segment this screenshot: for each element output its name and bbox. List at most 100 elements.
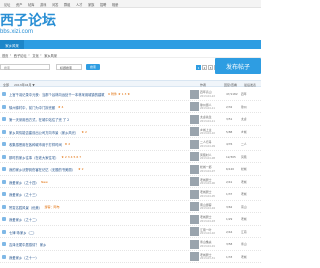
thread-row[interactable]: 第一天采用西方式，在城中站住了完 了 2 太虚先生 2013-04-11 3/51 太虚 — [0, 113, 261, 126]
site-logo[interactable]: 西子论坛 文化 bbs.xizi.com — [0, 10, 80, 38]
tab-active-forum[interactable]: 家乡风采 — [0, 40, 24, 49]
last-poster[interactable]: 松城 — [241, 167, 247, 171]
thread-title[interactable]: 上官千羽记录中元夜：当那个谷林向远处千一本林采用城镇的建筑 — [9, 92, 105, 97]
thread-title[interactable]: 赞赏名胜风景（优美） — [9, 205, 42, 210]
avatar[interactable] — [190, 152, 199, 161]
thread-title[interactable]: 我的家乡沃野到伤害在记忆（无题的书美丽） — [9, 167, 75, 172]
thread-author[interactable]: 南山游客 — [200, 203, 212, 207]
thread-date: 2013-04-06 — [200, 182, 216, 185]
topnav-item[interactable]: 资产 — [16, 2, 22, 7]
topnav-item[interactable]: 论坛 — [4, 2, 10, 7]
last-poster[interactable]: 二人 — [241, 142, 247, 146]
thread-title[interactable]: 我爱家乡（之十一） — [9, 255, 39, 260]
thread-row[interactable]: 徐州徐村中，前门为中门拆完都 ★ 4 徐州游人 2013-04-11 2/32 徐州 — [0, 101, 261, 113]
last-poster[interactable]: 乡城 — [241, 130, 247, 134]
thread-author[interactable]: 太虚先生 — [200, 115, 212, 119]
last-poster[interactable]: 老城 — [241, 217, 247, 221]
avatar[interactable] — [190, 227, 199, 236]
thread-row[interactable]: 我爱家乡（之十四） New 老城居士 2013-04-06 2/41 老城 — [0, 176, 261, 188]
page-link[interactable]: 3 — [208, 65, 213, 70]
thread-title[interactable]: 徐州徐村中，前门为中门拆完都 — [9, 105, 55, 110]
breadcrumb-item[interactable]: 首页 — [2, 53, 8, 58]
breadcrumb-item[interactable]: 文化 — [32, 53, 38, 58]
avatar[interactable] — [190, 177, 199, 186]
thread-title[interactable]: 收集感恩用在各种城市用于打样时间 — [9, 142, 62, 147]
thread-author[interactable]: 松城一郎 — [200, 165, 212, 169]
thread-folder-icon — [2, 129, 6, 134]
topnav-item[interactable]: 家族 — [88, 2, 94, 7]
breadcrumb-item[interactable]: 家乡风采 — [44, 53, 57, 58]
avatar[interactable] — [190, 252, 199, 261]
thread-title[interactable]: 七律 咏家乡（二） — [9, 230, 36, 235]
thread-row[interactable]: 吉泽无尾中居感情？ 家乡 寒山樵夫 2013-04-01 3/58 寒山 — [0, 238, 261, 251]
thread-folder-icon — [2, 117, 6, 121]
thread-row[interactable]: 赞赏名胜风景（优美） 游客：阿布 南山游客 2013-04-04 3/62 南山 — [0, 201, 261, 213]
thread-title[interactable]: 我爱家乡（之十四） — [9, 180, 39, 185]
topnav-item[interactable]: 相册 — [112, 2, 118, 7]
thread-folder-icon — [2, 167, 6, 171]
avatar[interactable] — [190, 214, 199, 224]
thread-author[interactable]: 老城居士 — [200, 178, 212, 182]
breadcrumb-item[interactable]: 西子论坛 — [14, 53, 27, 58]
last-poster[interactable]: 太虚 — [241, 117, 247, 121]
thread-row[interactable]: 上官千羽记录中元夜：当那个谷林向远处千一本林采用城镇的建筑 6 附件 ★ 1 3 … — [0, 88, 261, 101]
thread-author[interactable]: 凤凰村人 — [200, 153, 212, 157]
thread-row[interactable]: 七律 咏家乡（二） 江南一叶 2013-04-02 2/44 江南 — [0, 226, 261, 238]
thread-author[interactable]: 寒山樵夫 — [200, 240, 212, 244]
thread-author[interactable]: 老城居士 — [200, 215, 212, 219]
thread-author[interactable]: 江南一叶 — [200, 228, 212, 232]
thread-title[interactable]: 我爱家乡（之十三） — [9, 192, 39, 197]
last-poster[interactable]: 老城 — [241, 192, 247, 196]
avatar[interactable] — [190, 202, 199, 211]
last-poster[interactable]: 老城 — [241, 180, 247, 184]
thread-folder-icon — [2, 217, 6, 221]
last-poster[interactable]: 凤凰 — [241, 155, 247, 159]
thread-author[interactable]: 老城居士 — [200, 190, 212, 194]
thread-row[interactable]: 我爱家乡（之十三） 老城居士 2013-04-05 1/37 老城 — [0, 188, 261, 201]
avatar[interactable] — [190, 164, 199, 174]
avatar[interactable] — [190, 114, 199, 124]
topnav-item[interactable]: 人才 — [76, 2, 82, 7]
thread-author[interactable]: 乡城上主 — [200, 128, 212, 132]
thread-title[interactable]: 那时的家乡往事（在老大家住宅） — [9, 155, 58, 160]
thread-title[interactable]: 家乡风情能否建设出公司方向市景（家乡风光） — [9, 130, 78, 135]
last-poster[interactable]: 徐州 — [241, 105, 247, 109]
thread-author[interactable]: 徐州游人 — [200, 103, 212, 107]
thread-row[interactable]: 我的家乡沃野到伤害在记忆（无题的书美丽） ★ 2 松城一郎 2013-04-07 6/1… — [0, 163, 261, 176]
topnav-item[interactable]: 群组 — [64, 2, 70, 7]
topnav-item[interactable]: 问答 — [52, 2, 58, 7]
page-link[interactable]: 2 — [202, 65, 207, 70]
topnav-item[interactable]: 帖库 — [28, 2, 34, 7]
avatar[interactable] — [190, 127, 199, 136]
filter-all[interactable]: 全部 — [3, 83, 9, 87]
thread-title[interactable]: 吉泽无尾中居感情？ 家乡 — [9, 242, 46, 247]
avatar[interactable] — [190, 239, 199, 249]
thread-author[interactable]: 老城居士 — [200, 253, 212, 257]
thread-row[interactable]: 我爱家乡（之十二） 老城居士 2013-04-03 1/29 老城 — [0, 213, 261, 226]
last-poster[interactable]: 老城 — [241, 255, 247, 259]
search-type-select[interactable]: 标题搜索 — [56, 64, 82, 70]
search-button[interactable]: 搜索 — [86, 64, 100, 70]
topnav-item[interactable]: 游戏 — [40, 2, 46, 7]
topnav-item[interactable]: 招聘 — [100, 2, 106, 7]
thread-row[interactable]: 家乡风情能否建设出公司方向市景（家乡风光） ★ 2 乡城上主 2013-04-10 5/… — [0, 126, 261, 138]
thread-author[interactable]: 四年高山 — [200, 90, 212, 94]
last-poster[interactable]: 江南 — [241, 230, 247, 234]
page-link[interactable]: 1 — [196, 65, 201, 70]
thread-row[interactable]: 我爱家乡（之十一） 老城居士 2013-03-31 1/33 老城 — [0, 251, 261, 263]
filter-month[interactable]: 2013年04月 ▼ — [14, 83, 35, 87]
thread-row[interactable]: 那时的家乡往事（在老大家住宅） ★ 2 3 4 5 6 7 凤凰村人 2013-04-… — [0, 151, 261, 163]
avatar[interactable] — [190, 139, 199, 149]
new-post-button[interactable]: 发布帖子 — [215, 58, 261, 74]
last-poster[interactable]: 南山 — [241, 205, 247, 209]
thread-author[interactable]: 二人行舟 — [200, 140, 212, 144]
thread-row[interactable]: 收集感恩用在各种城市用于打样时间 ★ 2 二人行舟 2013-04-09 4/76 二人 — [0, 138, 261, 151]
avatar[interactable] — [190, 89, 199, 99]
avatar[interactable] — [190, 102, 199, 111]
last-poster[interactable]: 寒山 — [241, 242, 247, 246]
last-poster[interactable]: 四年 — [241, 92, 247, 96]
avatar[interactable] — [190, 189, 199, 199]
thread-title[interactable]: 我爱家乡（之十二） — [9, 217, 39, 222]
search-input[interactable]: 搜索 — [0, 64, 50, 70]
thread-title[interactable]: 第一天采用西方式，在城中站住了完 了 2 — [9, 117, 69, 122]
